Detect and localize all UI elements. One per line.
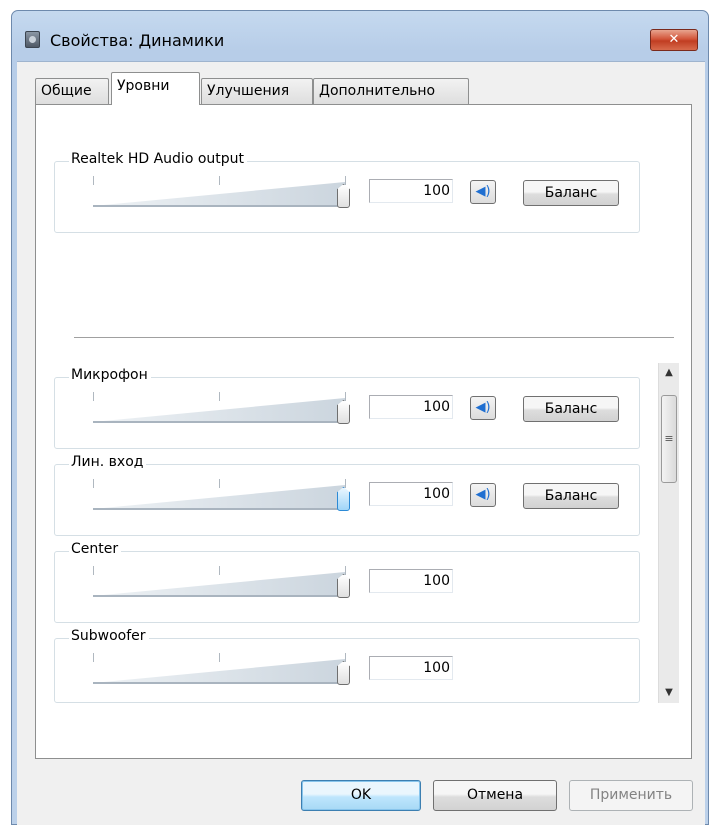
scroll-down-icon[interactable]: ▼ bbox=[659, 683, 679, 703]
slider-track-wedge bbox=[93, 485, 345, 509]
separator bbox=[74, 337, 674, 338]
slider-track bbox=[93, 421, 349, 423]
subwoofer-volume-slider[interactable] bbox=[93, 653, 353, 689]
mute-button[interactable]: ◀) bbox=[470, 483, 496, 507]
slider-track bbox=[93, 595, 349, 597]
channel-group-microphone: Микрофон 100 ◀) Баланс bbox=[54, 367, 640, 449]
microphone-volume-slider[interactable] bbox=[93, 392, 353, 428]
balance-button[interactable]: Баланс bbox=[523, 396, 619, 422]
levels-panel: Realtek HD Audio output 100 ◀) Баланс Ми… bbox=[35, 104, 692, 759]
slider-track-wedge bbox=[93, 398, 345, 422]
title-bar[interactable]: Свойства: Динамики ✕ bbox=[12, 11, 708, 59]
center-volume-slider[interactable] bbox=[93, 566, 353, 602]
slider-track bbox=[93, 682, 349, 684]
slider-track bbox=[93, 508, 349, 510]
cancel-button[interactable]: Отмена bbox=[433, 780, 557, 811]
master-volume-slider[interactable] bbox=[93, 176, 353, 212]
mute-button[interactable]: ◀) bbox=[470, 396, 496, 420]
balance-button[interactable]: Баланс bbox=[523, 180, 619, 206]
vertical-scrollbar[interactable]: ▲ ≡ ▼ bbox=[658, 363, 679, 703]
slider-tick bbox=[93, 653, 94, 662]
slider-tick bbox=[93, 566, 94, 575]
slider-tick bbox=[219, 653, 220, 662]
properties-window: Свойства: Динамики ✕ Общие Уровни Улучше… bbox=[11, 10, 709, 825]
speaker-icon: ◀) bbox=[475, 487, 491, 502]
speaker-device-icon bbox=[25, 31, 40, 48]
slider-tick bbox=[219, 479, 220, 488]
scroll-up-icon[interactable]: ▲ bbox=[659, 363, 679, 383]
channels-scroll-area[interactable]: Микрофон 100 ◀) Баланс Лин. вход 100 ◀) … bbox=[54, 363, 686, 703]
tab-enhancements[interactable]: Улучшения bbox=[201, 78, 313, 104]
line-in-volume-value[interactable]: 100 bbox=[369, 482, 453, 506]
slider-tick bbox=[93, 176, 94, 185]
slider-track bbox=[93, 205, 349, 207]
tab-general[interactable]: Общие bbox=[35, 78, 109, 104]
tab-advanced[interactable]: Дополнительно bbox=[313, 78, 469, 104]
channel-group-subwoofer: Subwoofer 100 bbox=[54, 628, 640, 703]
slider-tick bbox=[345, 176, 346, 185]
group-label: Center bbox=[69, 541, 122, 557]
dialog-body: Общие Уровни Улучшения Дополнительно Rea… bbox=[17, 61, 705, 825]
center-volume-value[interactable]: 100 bbox=[369, 569, 453, 593]
master-output-group: Realtek HD Audio output 100 ◀) Баланс bbox=[54, 151, 640, 233]
close-button[interactable]: ✕ bbox=[650, 29, 698, 51]
line-in-volume-slider[interactable] bbox=[93, 479, 353, 515]
slider-tick bbox=[219, 566, 220, 575]
channel-group-line-in: Лин. вход 100 ◀) Баланс bbox=[54, 454, 640, 536]
speaker-icon: ◀) bbox=[475, 184, 491, 199]
scroll-thumb[interactable]: ≡ bbox=[661, 395, 677, 483]
mute-button[interactable]: ◀) bbox=[470, 180, 496, 204]
slider-tick bbox=[345, 392, 346, 401]
speaker-icon: ◀) bbox=[475, 400, 491, 415]
master-volume-value[interactable]: 100 bbox=[369, 179, 453, 203]
slider-track-wedge bbox=[93, 182, 345, 206]
channel-group-center: Center 100 bbox=[54, 541, 640, 623]
microphone-volume-value[interactable]: 100 bbox=[369, 395, 453, 419]
window-title: Свойства: Динамики bbox=[50, 31, 225, 50]
tab-levels[interactable]: Уровни bbox=[111, 72, 200, 105]
slider-tick bbox=[345, 653, 346, 662]
grip-icon: ≡ bbox=[664, 432, 674, 445]
group-label: Subwoofer bbox=[69, 628, 149, 644]
group-label: Лин. вход bbox=[69, 454, 147, 470]
slider-tick bbox=[219, 392, 220, 401]
subwoofer-volume-value[interactable]: 100 bbox=[369, 656, 453, 680]
group-label: Микрофон bbox=[69, 367, 151, 383]
apply-button[interactable]: Применить bbox=[569, 780, 693, 811]
group-label: Realtek HD Audio output bbox=[69, 151, 248, 167]
balance-button[interactable]: Баланс bbox=[523, 483, 619, 509]
slider-tick bbox=[93, 479, 94, 488]
ok-button[interactable]: OK bbox=[301, 780, 421, 811]
slider-tick bbox=[345, 479, 346, 488]
slider-tick bbox=[219, 176, 220, 185]
slider-track-wedge bbox=[93, 659, 345, 683]
slider-tick bbox=[345, 566, 346, 575]
slider-track-wedge bbox=[93, 572, 345, 596]
slider-tick bbox=[93, 392, 94, 401]
